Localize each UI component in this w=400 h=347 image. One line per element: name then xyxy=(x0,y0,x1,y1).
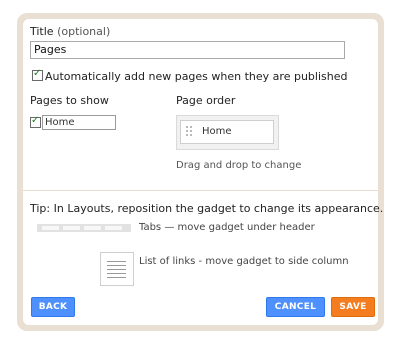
home-page-checkbox[interactable] xyxy=(30,115,41,128)
home-page-label: Home xyxy=(42,115,116,130)
title-input[interactable]: Pages xyxy=(30,41,345,59)
cancel-button[interactable]: CANCEL xyxy=(266,297,325,317)
tip-text: Tip: In Layouts, reposition the gadget t… xyxy=(30,202,384,215)
page-order-heading: Page order xyxy=(176,94,236,107)
tabs-description: Tabs — move gadget under header xyxy=(139,222,315,233)
divider xyxy=(23,190,378,191)
drag-drop-hint: Drag and drop to change xyxy=(176,160,302,171)
back-button[interactable]: BACK xyxy=(31,297,75,317)
list-layout-icon xyxy=(100,252,134,286)
pages-to-show-heading: Pages to show xyxy=(30,94,109,107)
drag-handle-icon[interactable] xyxy=(186,126,192,136)
tabs-layout-icon xyxy=(37,224,131,232)
save-button[interactable]: SAVE xyxy=(331,297,375,317)
page-order-item-label: Home xyxy=(202,126,232,137)
list-description: List of links - move gadget to side colu… xyxy=(139,256,349,267)
dialog-panel xyxy=(23,19,378,325)
auto-add-checkbox[interactable] xyxy=(32,68,43,81)
auto-add-label: Automatically add new pages when they ar… xyxy=(45,70,348,83)
title-label: Title (optional) xyxy=(30,25,111,38)
